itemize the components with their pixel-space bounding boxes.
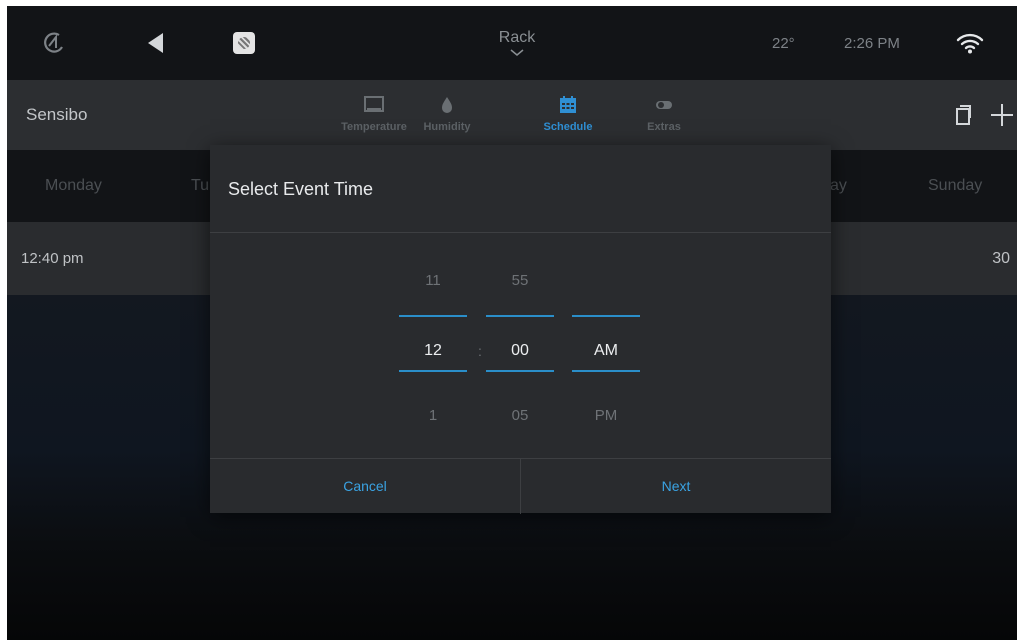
calendar-icon [560,96,576,113]
minute-picker-value[interactable]: 00 [486,342,554,360]
room-selector[interactable]: Rack [487,6,547,80]
day-monday[interactable]: Monday [45,150,102,222]
device-thumbnail-icon [233,32,255,54]
home-logo-icon [44,32,63,53]
back-button[interactable] [146,6,166,80]
cancel-button[interactable]: Cancel [210,459,520,514]
app-header: Sensibo Temperature Humidity Schedule Ex… [7,80,1017,150]
select-event-time-dialog: Select Event Time 11 12 1 : 55 00 05 AM … [210,145,831,514]
app-title: Sensibo [26,105,88,124]
monitor-icon [364,96,384,112]
ampm-picker-value[interactable]: AM [572,342,640,360]
clock-time: 2:26 PM [844,34,900,52]
minute-selection-line-top [486,315,554,317]
hour-picker-value[interactable]: 12 [399,342,467,360]
temperature-readout: 22° [772,6,795,80]
day-saturday[interactable]: ay [830,150,847,222]
minute-selection-line-bottom [486,370,554,372]
next-button[interactable]: Next [521,459,831,514]
minute-next[interactable]: 05 [486,407,554,424]
thumbnail-button[interactable] [233,6,255,80]
tab-humidity[interactable]: Humidity [407,94,487,133]
wifi-status[interactable] [956,6,984,80]
event-time: 12:40 pm [21,250,84,267]
tab-label: Humidity [423,121,471,133]
plus-icon [991,104,1013,126]
copy-button[interactable] [954,104,972,131]
hour-prev[interactable]: 11 [399,272,467,289]
time-separator: : [478,343,482,359]
add-button[interactable] [990,103,1014,132]
dialog-actions: Cancel Next [210,458,831,514]
tab-schedule[interactable]: Schedule [528,94,608,133]
tab-label: Schedule [543,121,593,133]
day-tuesday[interactable]: Tu [191,150,209,222]
hour-selection-line-bottom [399,370,467,372]
clock: 2:26 PM [844,6,900,80]
touch-panel-screen: Rack 22° 2:26 PM Sensibo Temperature Hum… [7,6,1017,640]
wifi-icon [956,33,984,54]
status-bar: Rack 22° 2:26 PM [7,6,1017,80]
divider [210,232,831,233]
tab-extras[interactable]: Extras [624,94,704,133]
ampm-selection-line-bottom [572,370,640,372]
temperature-value: 22° [772,34,795,52]
event-value: 30 [992,250,1010,267]
room-name: Rack [498,29,536,46]
tab-temperature[interactable]: Temperature [334,94,414,133]
ampm-next[interactable]: PM [572,407,640,424]
back-arrow-icon [148,33,163,53]
day-sunday[interactable]: Sunday [928,150,982,222]
droplet-icon [442,97,452,113]
chevron-down-icon [510,49,524,56]
minute-prev[interactable]: 55 [486,272,554,289]
ampm-selection-line-top [572,315,640,317]
tab-label: Temperature [341,121,407,133]
home-button[interactable] [41,6,67,80]
tab-label: Extras [647,121,681,133]
dialog-title: Select Event Time [228,179,374,199]
copy-icon [956,105,971,125]
toggle-icon [656,101,672,109]
hour-next[interactable]: 1 [399,407,467,424]
hour-selection-line-top [399,315,467,317]
